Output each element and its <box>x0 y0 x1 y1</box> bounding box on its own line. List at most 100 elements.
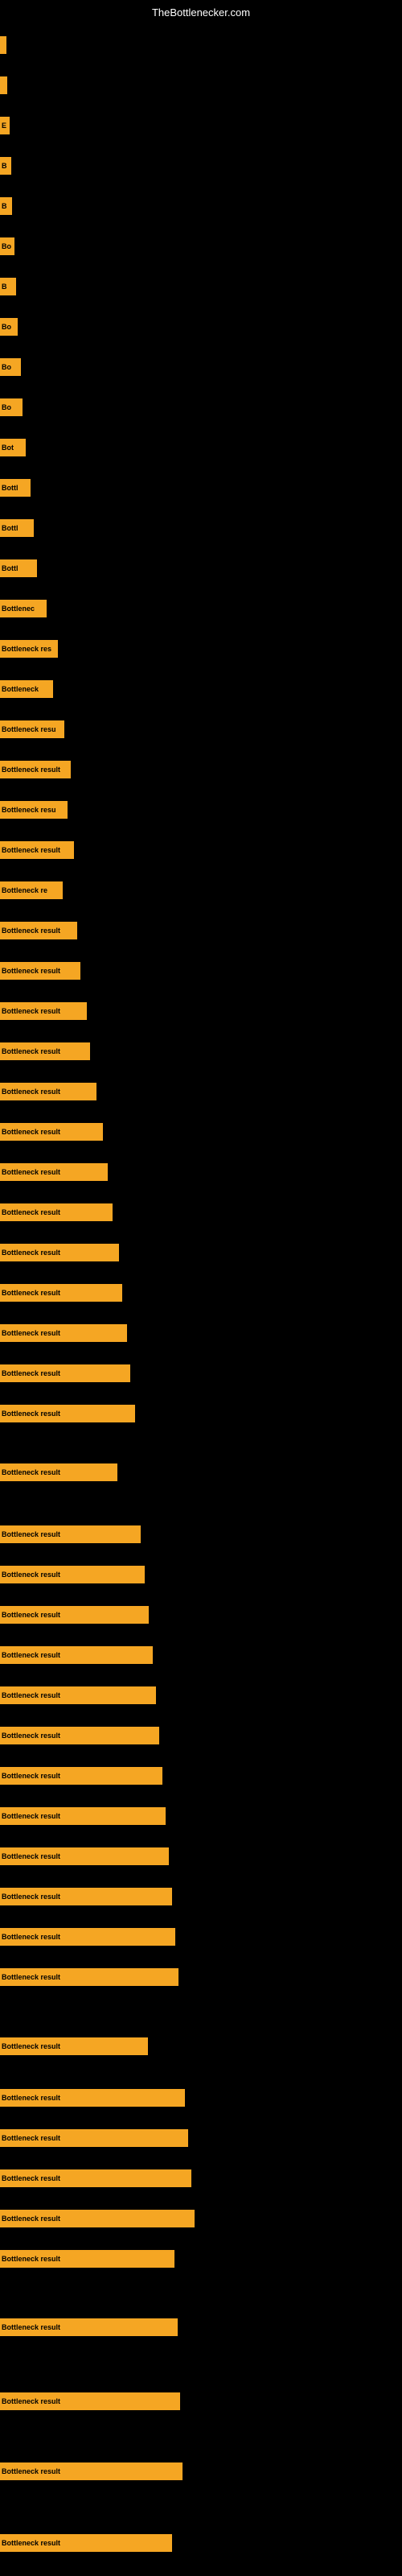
bar-item: Bottl <box>0 519 34 537</box>
bar-label: Bottleneck <box>2 685 39 693</box>
bar-label: Bo <box>2 323 11 331</box>
bar-item: Bo <box>0 318 18 336</box>
bar-item: Bottleneck result <box>0 1405 135 1422</box>
bar-label: Bottleneck result <box>2 1691 60 1699</box>
bar-item: Bottleneck result <box>0 1686 156 1704</box>
bar-label: Bottleneck result <box>2 2323 60 2331</box>
bar-label: B <box>2 162 7 170</box>
bar-item: Bottleneck result <box>0 1042 90 1060</box>
bar-item: Bo <box>0 237 14 255</box>
bar-item: Bottleneck <box>0 680 53 698</box>
bar-item: Bottleneck result <box>0 1324 127 1342</box>
bar-item: Bottleneck resu <box>0 720 64 738</box>
bar-label: Bottleneck result <box>2 1812 60 1820</box>
bar-label: Bottleneck result <box>2 1329 60 1337</box>
bar-label: Bottleneck result <box>2 1933 60 1941</box>
bar-label: Bottleneck result <box>2 2094 60 2102</box>
bar-item: Bottleneck result <box>0 1284 122 1302</box>
bar-label: Bottleneck re <box>2 886 47 894</box>
bar-label: Bottlenec <box>2 605 35 613</box>
bar-item: Bottleneck result <box>0 1767 162 1785</box>
bar-label: Bottleneck result <box>2 1852 60 1860</box>
bar-item: E <box>0 117 10 134</box>
bar-label: B <box>2 283 7 291</box>
bar-item: Bottleneck result <box>0 841 74 859</box>
bar-label: Bottleneck result <box>2 2467 60 2475</box>
bar-item: Bottleneck result <box>0 1244 119 1261</box>
bar-label: Bottl <box>2 564 18 572</box>
bar-label: Bottleneck result <box>2 1468 60 1476</box>
bar-item: Bottleneck result <box>0 1646 153 1664</box>
bar-label: Bottleneck result <box>2 1249 60 1257</box>
bar-item: Bottleneck result <box>0 922 77 939</box>
bar-label: Bottleneck result <box>2 1893 60 1901</box>
bar-item <box>0 76 7 94</box>
bar-item: Bottleneck result <box>0 2462 183 2480</box>
bar-label: Bottleneck result <box>2 2539 60 2547</box>
bar-label: Bottleneck result <box>2 1772 60 1780</box>
bar-item: Bottleneck result <box>0 1463 117 1481</box>
bar-item: Bottleneck result <box>0 2210 195 2227</box>
bar-label: Bottleneck res <box>2 645 51 653</box>
bar-label: B <box>2 202 7 210</box>
bar-label: Bottleneck result <box>2 2397 60 2405</box>
bar-label: Bottleneck result <box>2 1732 60 1740</box>
bar-item: Bottleneck resu <box>0 801 68 819</box>
bar-item: Bottleneck result <box>0 2129 188 2147</box>
bar-item: Bottleneck result <box>0 962 80 980</box>
bar-label: Bottleneck result <box>2 846 60 854</box>
bar-label: Bottleneck result <box>2 1208 60 1216</box>
bar-label: E <box>2 122 6 130</box>
bar-label: Bo <box>2 403 11 411</box>
bar-item: Bottleneck result <box>0 1888 172 1905</box>
bar-item: Bottleneck result <box>0 2089 185 2107</box>
bar-item: Bottleneck result <box>0 2392 180 2410</box>
bar-item: Bottleneck result <box>0 1606 149 1624</box>
bar-item: B <box>0 278 16 295</box>
bar-label: Bottleneck result <box>2 1128 60 1136</box>
bar-item: Bo <box>0 358 21 376</box>
bar-label: Bottleneck result <box>2 1007 60 1015</box>
site-title: TheBottlenecker.com <box>152 6 250 19</box>
bar-item: Bottleneck re <box>0 881 63 899</box>
bar-item: Bottleneck result <box>0 1525 141 1543</box>
bar-item: Bottleneck result <box>0 2037 148 2055</box>
bar-item: Bottleneck res <box>0 640 58 658</box>
bar-item: Bottleneck result <box>0 1083 96 1100</box>
bar-label: Bottleneck result <box>2 1973 60 1981</box>
bar-item: Bottleneck result <box>0 1847 169 1865</box>
bar-label: Bottleneck result <box>2 2255 60 2263</box>
bar-label: Bottl <box>2 524 18 532</box>
bar-label: Bottleneck result <box>2 1369 60 1377</box>
bar-item <box>0 36 6 54</box>
bar-item: Bottl <box>0 559 37 577</box>
bar-item: Bottleneck result <box>0 2250 174 2268</box>
bar-item: Bottleneck result <box>0 1566 145 1583</box>
bar-item: Bottl <box>0 479 31 497</box>
bar-item: Bottlenec <box>0 600 47 617</box>
bar-item: B <box>0 157 11 175</box>
bar-label: Bottleneck result <box>2 1088 60 1096</box>
bar-label: Bottleneck result <box>2 967 60 975</box>
bar-label: Bo <box>2 363 11 371</box>
bar-item: Bottleneck result <box>0 2318 178 2336</box>
bar-item: Bottleneck result <box>0 1123 103 1141</box>
bar-label: Bottleneck result <box>2 1651 60 1659</box>
bar-label: Bottleneck result <box>2 2174 60 2182</box>
bar-item: B <box>0 197 12 215</box>
bar-label: Bottleneck result <box>2 1611 60 1619</box>
bar-item: Bottleneck result <box>0 761 71 778</box>
bar-item: Bottleneck result <box>0 1727 159 1744</box>
bar-item: Bottleneck result <box>0 2169 191 2187</box>
bar-item: Bottleneck result <box>0 1002 87 1020</box>
bar-label: Bottleneck result <box>2 1289 60 1297</box>
bar-item: Bot <box>0 439 26 456</box>
bar-label: Bot <box>2 444 14 452</box>
bar-label: Bottleneck result <box>2 2215 60 2223</box>
bar-item: Bottleneck result <box>0 2534 172 2552</box>
bar-item: Bottleneck result <box>0 1928 175 1946</box>
bar-label: Bottleneck result <box>2 1168 60 1176</box>
bar-item: Bottleneck result <box>0 1163 108 1181</box>
bar-label: Bottleneck result <box>2 1047 60 1055</box>
bar-label: Bottleneck resu <box>2 725 56 733</box>
